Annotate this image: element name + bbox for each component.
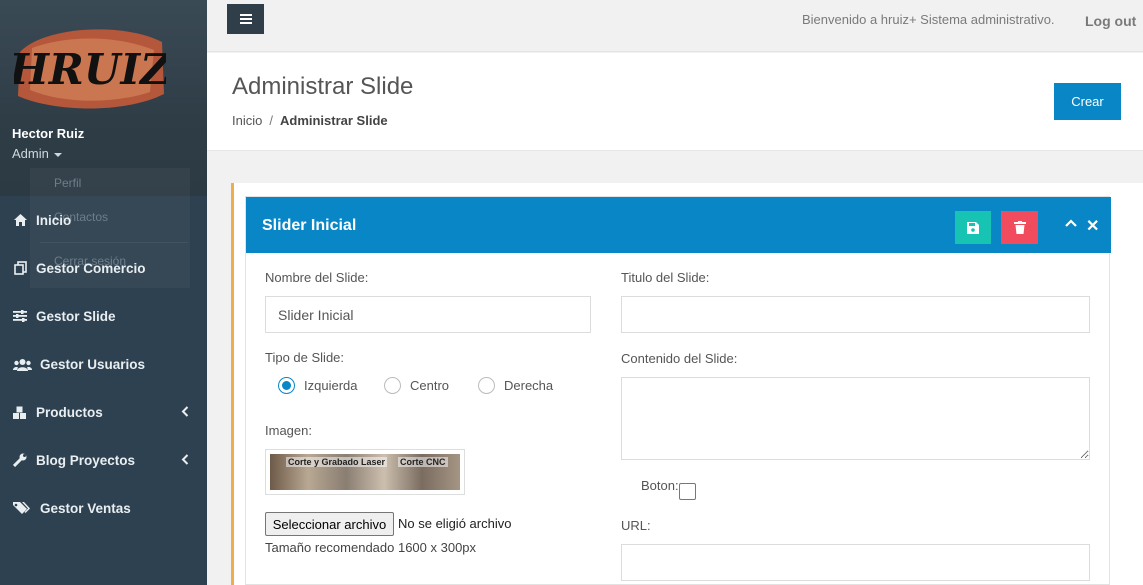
file-status: No se eligió archivo — [398, 516, 512, 531]
cubes-icon — [12, 404, 28, 420]
panel-header: Slider Inicial ✕ — [246, 197, 1111, 253]
content-label: Contenido del Slide: — [621, 351, 738, 366]
slide-content-textarea[interactable] — [621, 377, 1090, 460]
sidebar-item-productos[interactable]: Productos — [0, 388, 207, 436]
radio-izquierda[interactable]: Izquierda — [278, 377, 357, 394]
trash-icon — [1013, 221, 1026, 234]
breadcrumb: Inicio / Administrar Slide — [232, 113, 388, 128]
sidebar-item-label: Gestor Slide — [36, 308, 116, 324]
radio-label: Izquierda — [304, 378, 358, 393]
radio-circle — [478, 377, 495, 394]
breadcrumb-home[interactable]: Inicio — [232, 113, 262, 128]
ghost-item-profile: Perfil — [54, 176, 82, 190]
name-label: Nombre del Slide: — [265, 270, 369, 285]
type-label: Tipo de Slide: — [265, 350, 345, 365]
title-label: Titulo del Slide: — [621, 270, 710, 285]
user-role-dropdown[interactable]: Admin — [12, 146, 62, 161]
button-checkbox[interactable] — [679, 483, 696, 500]
delete-button[interactable] — [1001, 211, 1038, 244]
chevron-left-icon — [181, 454, 189, 465]
size-hint: Tamaño recomendado 1600 x 300px — [265, 540, 477, 555]
sidebar-item-gestor-usuarios[interactable]: Gestor Usuarios — [0, 340, 207, 388]
sliders-icon — [12, 308, 28, 324]
sidebar-nav: Inicio Gestor Comercio Gestor Slide Gest… — [0, 196, 207, 532]
slide-name-input[interactable] — [265, 296, 591, 333]
brand-logo: HRUIZ — [14, 29, 166, 109]
menu-toggle-button[interactable] — [227, 4, 264, 34]
sidebar-item-gestor-slide[interactable]: Gestor Slide — [0, 292, 207, 340]
sidebar-item-inicio[interactable]: Inicio — [0, 196, 207, 244]
url-label: URL: — [621, 518, 651, 533]
sidebar: HRUIZ Hector Ruiz Admin Perfil Contactos… — [0, 0, 207, 585]
image-label: Imagen: — [265, 423, 312, 438]
floppy-icon — [967, 221, 979, 234]
slide-thumbnail: Corte y Grabado Laser Corte CNC — [270, 454, 460, 490]
sidebar-item-gestor-ventas[interactable]: Gestor Ventas — [0, 484, 207, 532]
radio-label: Derecha — [504, 378, 554, 393]
url-input[interactable] — [621, 544, 1090, 581]
user-role-label: Admin — [12, 146, 49, 161]
radio-label: Centro — [410, 378, 450, 393]
radio-centro[interactable]: Centro — [384, 377, 449, 394]
wrench-icon — [12, 452, 28, 468]
breadcrumb-current: Administrar Slide — [279, 113, 388, 128]
sidebar-item-label: Inicio — [36, 212, 72, 228]
image-preview: Corte y Grabado Laser Corte CNC — [265, 449, 465, 495]
chevron-left-icon — [181, 406, 189, 417]
home-icon — [12, 212, 28, 228]
user-name: Hector Ruiz — [12, 126, 85, 141]
welcome-message: Bienvenido a hruiz+ Sistema administrati… — [802, 12, 1055, 27]
users-icon — [12, 356, 32, 372]
copy-icon — [12, 260, 28, 276]
radio-derecha[interactable]: Derecha — [478, 377, 553, 394]
sidebar-item-blog-proyectos[interactable]: Blog Proyectos — [0, 436, 207, 484]
svg-text:HRUIZ: HRUIZ — [14, 45, 166, 94]
file-select-button[interactable]: Seleccionar archivo — [265, 512, 394, 536]
save-button[interactable] — [955, 211, 991, 244]
create-button[interactable]: Crear — [1054, 83, 1121, 120]
sidebar-item-label: Gestor Comercio — [36, 260, 146, 276]
sidebar-item-label: Gestor Usuarios — [40, 356, 146, 372]
page-header: Administrar Slide Inicio / Administrar Sli… — [207, 53, 1143, 151]
sidebar-item-label: Gestor Ventas — [40, 500, 131, 516]
sidebar-item-gestor-comercio[interactable]: Gestor Comercio — [0, 244, 207, 292]
caret-down-icon — [53, 152, 62, 157]
slide-title-input[interactable] — [621, 296, 1090, 333]
page-title: Administrar Slide — [232, 73, 414, 100]
radio-circle — [384, 377, 401, 394]
sidebar-item-label: Productos — [36, 404, 103, 420]
tags-icon — [12, 500, 32, 516]
breadcrumb-separator: / — [269, 113, 273, 128]
hamburger-icon — [239, 14, 252, 24]
button-label: Boton: — [641, 478, 679, 493]
top-navbar: Bienvenido a hruiz+ Sistema administrati… — [207, 0, 1143, 52]
chevron-up-icon[interactable] — [1065, 219, 1077, 227]
thumbnail-caption-right: Corte CNC — [398, 457, 448, 467]
logout-link[interactable]: Log out — [1085, 13, 1136, 29]
radio-circle-checked — [278, 377, 295, 394]
thumbnail-caption-left: Corte y Grabado Laser — [286, 457, 388, 467]
close-icon[interactable]: ✕ — [1086, 216, 1099, 236]
sidebar-item-label: Blog Proyectos — [36, 452, 136, 468]
panel-title: Slider Inicial — [262, 217, 357, 234]
